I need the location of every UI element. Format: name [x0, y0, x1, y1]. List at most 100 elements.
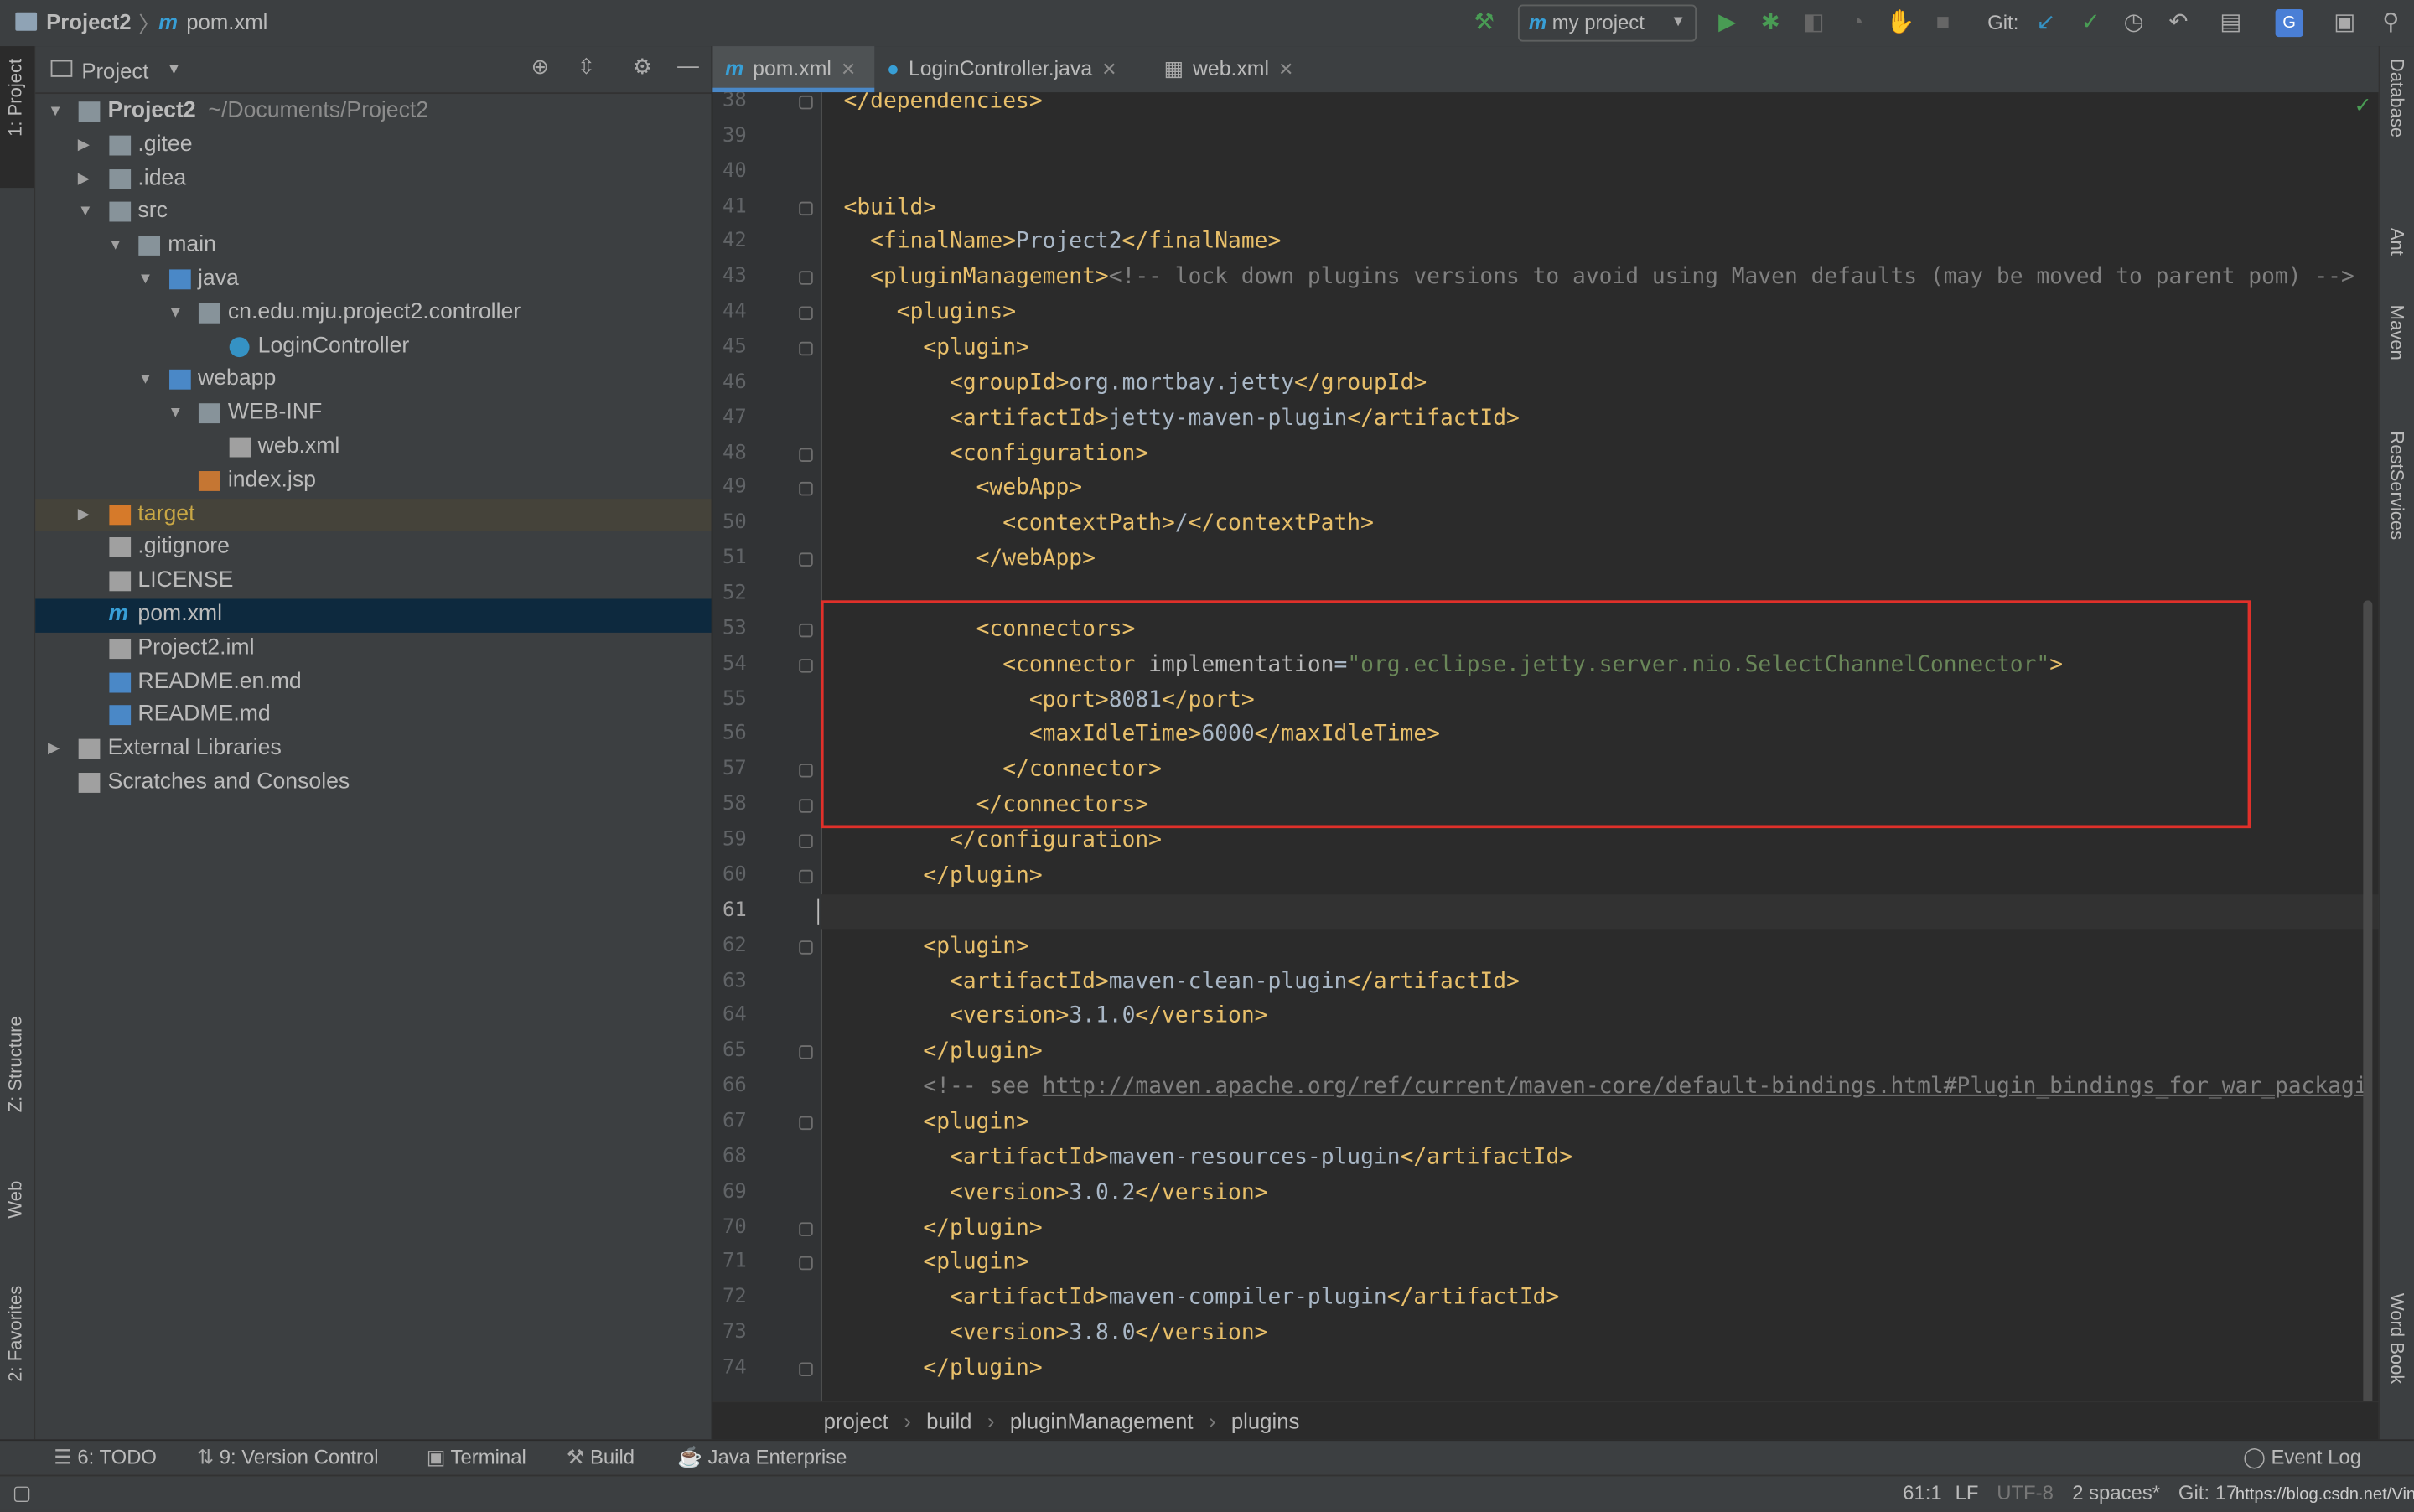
collapsed-arrow-icon[interactable]: ▶	[78, 163, 90, 196]
tree-item[interactable]: ▼ webapp	[35, 364, 711, 397]
collapsed-arrow-icon[interactable]: ▶	[48, 733, 60, 767]
fold-marker-icon[interactable]	[799, 271, 813, 286]
fold-marker-icon[interactable]	[799, 447, 813, 462]
tab-logincontroller-java[interactable]: ● LoginController.java ✕	[874, 46, 1152, 92]
tree-item[interactable]: ▶ target	[35, 498, 712, 532]
breadcrumb-item[interactable]: project	[824, 1409, 888, 1433]
tree-item[interactable]: ▼ src	[35, 196, 711, 230]
fold-marker-icon[interactable]	[799, 1116, 813, 1131]
project-structure-icon[interactable]: ▤	[2217, 9, 2245, 37]
history-icon[interactable]: ◷	[2120, 9, 2147, 37]
git-branch[interactable]: Git: 17	[2178, 1476, 2237, 1509]
expanded-arrow-icon[interactable]: ▼	[48, 96, 63, 129]
hide-icon[interactable]: —	[677, 52, 699, 76]
rollback-icon[interactable]: ↶	[2164, 9, 2192, 37]
tree-item[interactable]: .gitignore	[35, 531, 711, 565]
run-config-select[interactable]: m my project ▼	[1517, 4, 1697, 42]
project-view-select[interactable]: Project	[81, 59, 148, 83]
tree-item[interactable]: ▼ Project2 ~/Documents/Project2	[35, 96, 711, 129]
fold-marker-icon[interactable]	[799, 1045, 813, 1060]
git-commit-icon[interactable]: ✓	[2077, 9, 2105, 37]
fold-marker-icon[interactable]	[799, 764, 813, 779]
tool-tab-web[interactable]: Web	[5, 1181, 27, 1219]
expanded-arrow-icon[interactable]: ▼	[108, 230, 123, 263]
event-log-button[interactable]: ◯ Event Log	[2243, 1441, 2361, 1474]
gear-icon[interactable]: ⚙	[633, 54, 652, 80]
tab-pom-xml[interactable]: m pom.xml ✕	[712, 46, 875, 93]
tool-tab-structure[interactable]: Z: Structure	[5, 1016, 27, 1112]
close-tab-icon[interactable]: ✕	[1101, 59, 1116, 80]
search-icon[interactable]: ⚲	[2377, 9, 2405, 37]
tree-item[interactable]: LoginController	[35, 330, 711, 364]
translate-icon[interactable]: G	[2275, 9, 2303, 38]
coverage-icon[interactable]: ◧	[1800, 9, 1827, 37]
tool-window-6-todo[interactable]: ☰ 6: TODO	[54, 1441, 157, 1474]
tree-item[interactable]: ▶ .gitee	[35, 129, 711, 163]
expanded-arrow-icon[interactable]: ▼	[137, 263, 153, 297]
tool-tab-ant[interactable]: Ant	[2386, 228, 2408, 256]
tool-window-terminal[interactable]: ▣ Terminal	[427, 1441, 526, 1474]
fold-marker-icon[interactable]	[799, 1362, 813, 1376]
expanded-arrow-icon[interactable]: ▼	[137, 364, 153, 397]
profile-icon[interactable]: ◔	[1843, 9, 1871, 37]
fold-marker-icon[interactable]	[799, 95, 813, 110]
debug-icon[interactable]: ✱	[1757, 9, 1785, 37]
tree-item[interactable]: ▼ java	[35, 263, 711, 297]
tree-item[interactable]: web.xml	[35, 431, 711, 464]
nav-project[interactable]: Project2	[46, 9, 131, 34]
indent-setting[interactable]: 2 spaces*	[2072, 1476, 2160, 1509]
stop-icon[interactable]: ■	[1929, 9, 1956, 37]
tool-tab-word-book[interactable]: Word Book	[2386, 1293, 2408, 1385]
file-encoding[interactable]: UTF-8	[1997, 1476, 2054, 1509]
scrollbar[interactable]	[2363, 600, 2373, 1401]
fold-marker-icon[interactable]	[799, 306, 813, 321]
tool-tab-database[interactable]: Database	[2386, 59, 2408, 137]
collapse-all-icon[interactable]: ⇳	[578, 54, 596, 80]
tree-item[interactable]: ▼ cn.edu.mju.project2.controller	[35, 297, 711, 330]
fold-marker-icon[interactable]	[799, 200, 813, 215]
tree-item[interactable]: README.en.md	[35, 666, 711, 700]
tree-item[interactable]: README.md	[35, 700, 711, 733]
git-update-icon[interactable]: ↙	[2032, 9, 2059, 37]
collapsed-arrow-icon[interactable]: ▶	[78, 498, 90, 531]
expanded-arrow-icon[interactable]: ▼	[78, 196, 93, 230]
fold-marker-icon[interactable]	[799, 482, 813, 497]
tool-window-build[interactable]: ⚒ Build	[567, 1441, 635, 1474]
attach-icon[interactable]: ✋	[1886, 9, 1914, 37]
run-icon[interactable]: ▶	[1713, 9, 1741, 37]
build-hammer-icon[interactable]: ⚒	[1470, 9, 1498, 37]
breadcrumb-item[interactable]: build	[926, 1409, 971, 1433]
breadcrumb-item[interactable]: pluginManagement	[1010, 1409, 1194, 1433]
locate-icon[interactable]: ⊕	[531, 54, 550, 80]
nav-file[interactable]: pom.xml	[186, 9, 267, 34]
fold-marker-icon[interactable]	[799, 552, 813, 567]
terminal-icon[interactable]: ▣	[2331, 9, 2359, 37]
fold-marker-icon[interactable]	[799, 834, 813, 849]
collapsed-arrow-icon[interactable]: ▶	[78, 129, 90, 163]
tree-item[interactable]: LICENSE	[35, 565, 711, 598]
tree-item[interactable]: Scratches and Consoles	[35, 767, 711, 800]
close-tab-icon[interactable]: ✕	[1278, 59, 1293, 80]
expanded-arrow-icon[interactable]: ▼	[168, 297, 183, 330]
fold-marker-icon[interactable]	[799, 341, 813, 356]
fold-marker-icon[interactable]	[799, 799, 813, 814]
tool-window-9-version-control[interactable]: ⇅ 9: Version Control	[197, 1441, 378, 1474]
toggle-tool-windows-icon[interactable]: ▢	[13, 1476, 32, 1509]
tree-item[interactable]: Project2.iml	[35, 633, 711, 666]
expanded-arrow-icon[interactable]: ▼	[168, 397, 183, 431]
tool-tab-maven[interactable]: Maven	[2386, 305, 2408, 360]
fold-marker-icon[interactable]	[799, 1256, 813, 1271]
fold-marker-icon[interactable]	[799, 1221, 813, 1235]
fold-marker-icon[interactable]	[799, 869, 813, 884]
tree-item[interactable]: ▶ .idea	[35, 163, 711, 196]
tree-item[interactable]: ▶ External Libraries	[35, 733, 711, 767]
fold-marker-icon[interactable]	[799, 940, 813, 955]
tree-item[interactable]: m pom.xml	[35, 598, 712, 633]
tool-tab-project[interactable]: 1: Project	[5, 59, 27, 137]
fold-marker-icon[interactable]	[799, 623, 813, 638]
tab-web-xml[interactable]: ▦ web.xml ✕	[1152, 46, 1336, 92]
line-separator[interactable]: LF	[1956, 1476, 1979, 1509]
tool-tab-restservices[interactable]: RestServices	[2386, 431, 2408, 540]
close-tab-icon[interactable]: ✕	[841, 59, 856, 80]
tree-item[interactable]: ▼ main	[35, 230, 711, 263]
